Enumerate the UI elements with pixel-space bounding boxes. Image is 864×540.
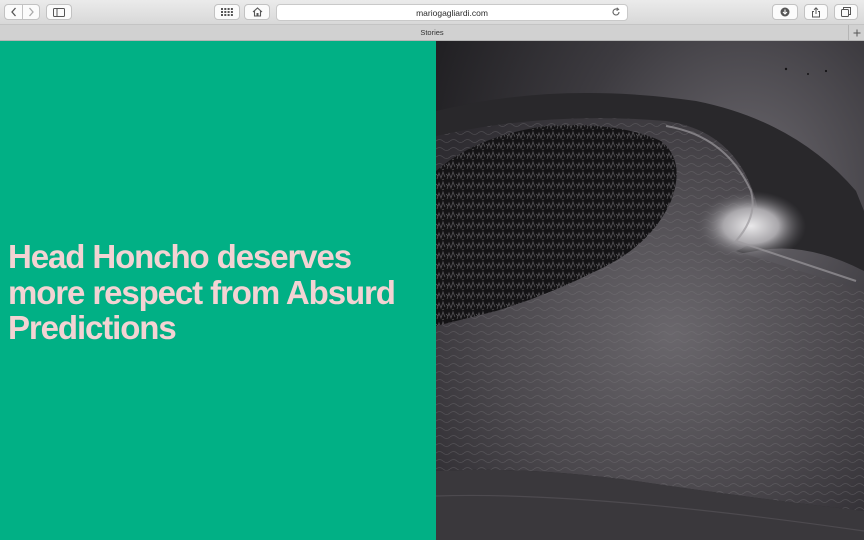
story-photo[interactable] — [436, 41, 864, 540]
address-bar[interactable]: mariogagliardi.com — [276, 4, 628, 21]
new-tab-button[interactable] — [848, 25, 864, 40]
tab-stories[interactable]: Stories — [420, 28, 443, 37]
sidebar-icon — [53, 7, 65, 17]
back-button[interactable] — [5, 5, 22, 19]
browser-toolbar: mariogagliardi.com — [0, 0, 864, 25]
photo-illustration — [436, 41, 864, 540]
show-tabs-button[interactable] — [834, 4, 858, 20]
url-text: mariogagliardi.com — [416, 7, 488, 18]
sidebar-button[interactable] — [46, 4, 72, 20]
tab-bar: Stories — [0, 25, 864, 41]
grid-icon — [221, 8, 233, 16]
tabs-icon — [841, 7, 851, 17]
home-button[interactable] — [244, 4, 270, 20]
headline-panel: Head Honcho deserves more respect from A… — [0, 41, 436, 540]
story-headline[interactable]: Head Honcho deserves more respect from A… — [8, 239, 433, 346]
share-icon — [812, 6, 820, 17]
reload-icon[interactable] — [611, 7, 621, 17]
download-icon — [780, 7, 790, 17]
page-content: Head Honcho deserves more respect from A… — [0, 41, 864, 540]
chevron-right-icon — [29, 7, 34, 17]
home-icon — [252, 7, 262, 17]
chevron-left-icon — [10, 7, 16, 17]
plus-icon — [853, 29, 860, 36]
share-button[interactable] — [804, 4, 828, 20]
forward-button[interactable] — [22, 5, 39, 19]
downloads-button[interactable] — [772, 4, 798, 20]
top-sites-button[interactable] — [214, 4, 240, 20]
nav-buttons — [4, 4, 40, 20]
